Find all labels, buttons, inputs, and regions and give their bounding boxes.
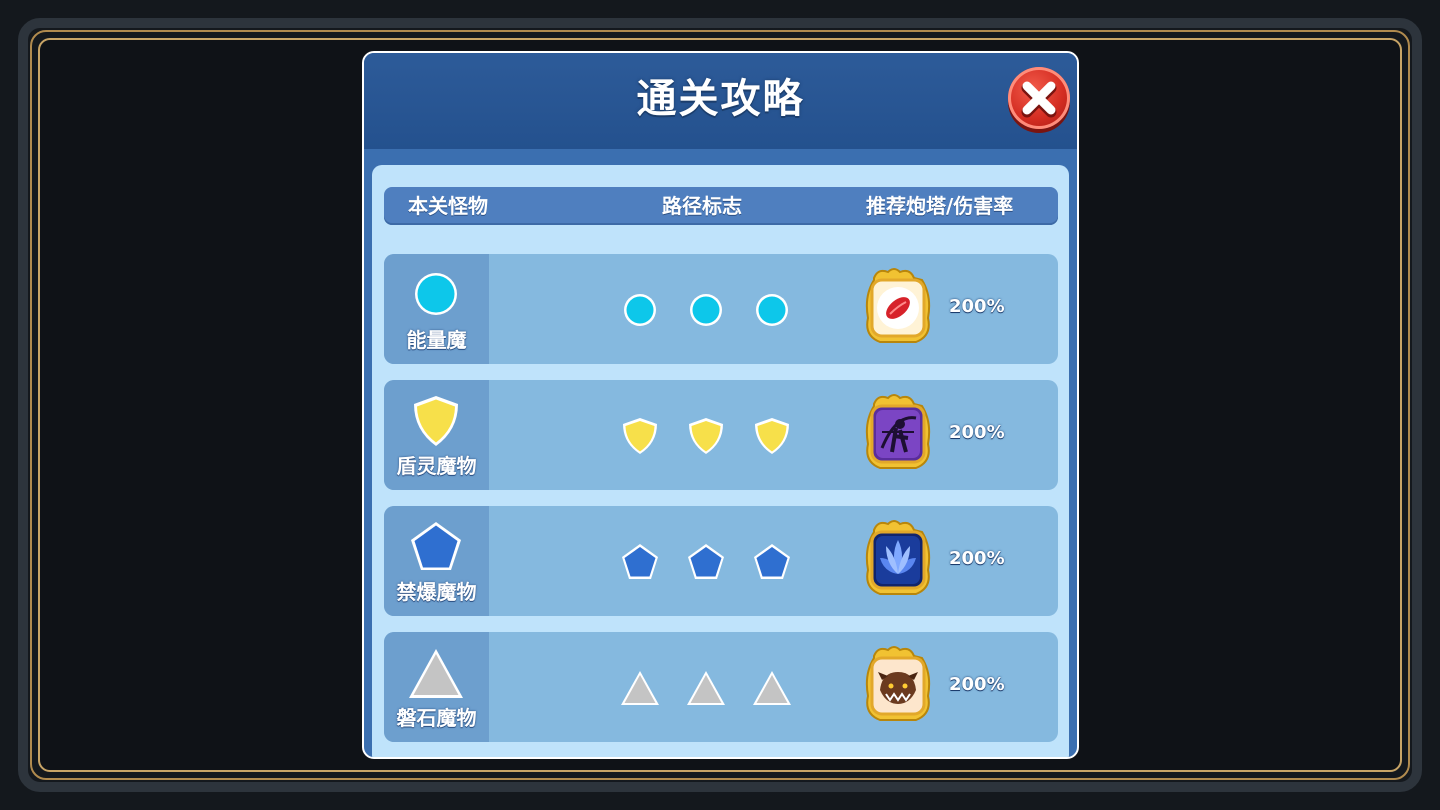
column-header-path: 路径标志 <box>662 194 742 218</box>
dialog-header: 通关攻略 <box>364 53 1077 149</box>
path-marker-triangle-icon <box>687 671 725 705</box>
column-header-tower: 推荐炮塔/伤害率 <box>866 194 1014 218</box>
damage-rate: 200% <box>949 296 1005 317</box>
game-screen: 通关攻略 本关怪物 路径标志 推荐炮塔/伤害率 能量魔 200% 盾灵魔物 20… <box>0 0 1440 810</box>
monster-cell: 磐石魔物 <box>384 632 489 742</box>
path-marker-shield-icon <box>623 418 657 454</box>
path-marker-shield-icon <box>755 418 789 454</box>
path-marker-pentagon-icon <box>688 544 724 579</box>
monster-name: 磐石魔物 <box>396 706 477 730</box>
strategy-dialog: 通关攻略 本关怪物 路径标志 推荐炮塔/伤害率 能量魔 200% 盾灵魔物 20… <box>362 51 1079 759</box>
damage-rate: 200% <box>949 674 1005 695</box>
monster-cell: 能量魔 <box>384 254 489 364</box>
path-marker-pentagon-icon <box>754 544 790 579</box>
monster-name: 能量魔 <box>406 328 467 352</box>
blue-lotus-tower-icon[interactable] <box>860 518 936 598</box>
path-marker-triangle-icon <box>753 671 791 705</box>
path-marker-pentagon-icon <box>622 544 658 579</box>
energy-circle-icon <box>415 273 457 315</box>
path-marker-circle-icon <box>624 294 656 326</box>
monster-name: 盾灵魔物 <box>396 454 477 478</box>
damage-rate: 200% <box>949 422 1005 443</box>
monster-cell: 盾灵魔物 <box>384 380 489 490</box>
path-marker-triangle-icon <box>621 671 659 705</box>
monster-row-explosion-proof: 禁爆魔物 200% <box>384 506 1058 616</box>
monster-name: 禁爆魔物 <box>396 580 477 604</box>
damage-rate: 200% <box>949 548 1005 569</box>
close-x-icon <box>1021 81 1057 118</box>
triangle-icon <box>409 649 463 698</box>
monster-cell: 禁爆魔物 <box>384 506 489 616</box>
path-marker-circle-icon <box>690 294 722 326</box>
purple-archer-tower-icon[interactable] <box>860 392 936 472</box>
pentagon-icon <box>411 522 461 570</box>
close-button[interactable] <box>1008 67 1070 129</box>
column-header-bar: 本关怪物 路径标志 推荐炮塔/伤害率 <box>384 187 1058 225</box>
brown-beast-tower-icon[interactable] <box>860 644 936 724</box>
monster-row-shield: 盾灵魔物 200% <box>384 380 1058 490</box>
dialog-title: 通关攻略 <box>636 76 805 122</box>
shield-icon <box>414 396 458 446</box>
monster-row-rock: 磐石魔物 200% <box>384 632 1058 742</box>
column-header-monster: 本关怪物 <box>408 194 488 218</box>
red-flame-tower-icon[interactable] <box>860 266 936 346</box>
path-marker-circle-icon <box>756 294 788 326</box>
monster-row-energy: 能量魔 200% <box>384 254 1058 364</box>
dialog-body: 本关怪物 路径标志 推荐炮塔/伤害率 能量魔 200% 盾灵魔物 200% 禁爆… <box>372 165 1069 757</box>
path-marker-shield-icon <box>689 418 723 454</box>
